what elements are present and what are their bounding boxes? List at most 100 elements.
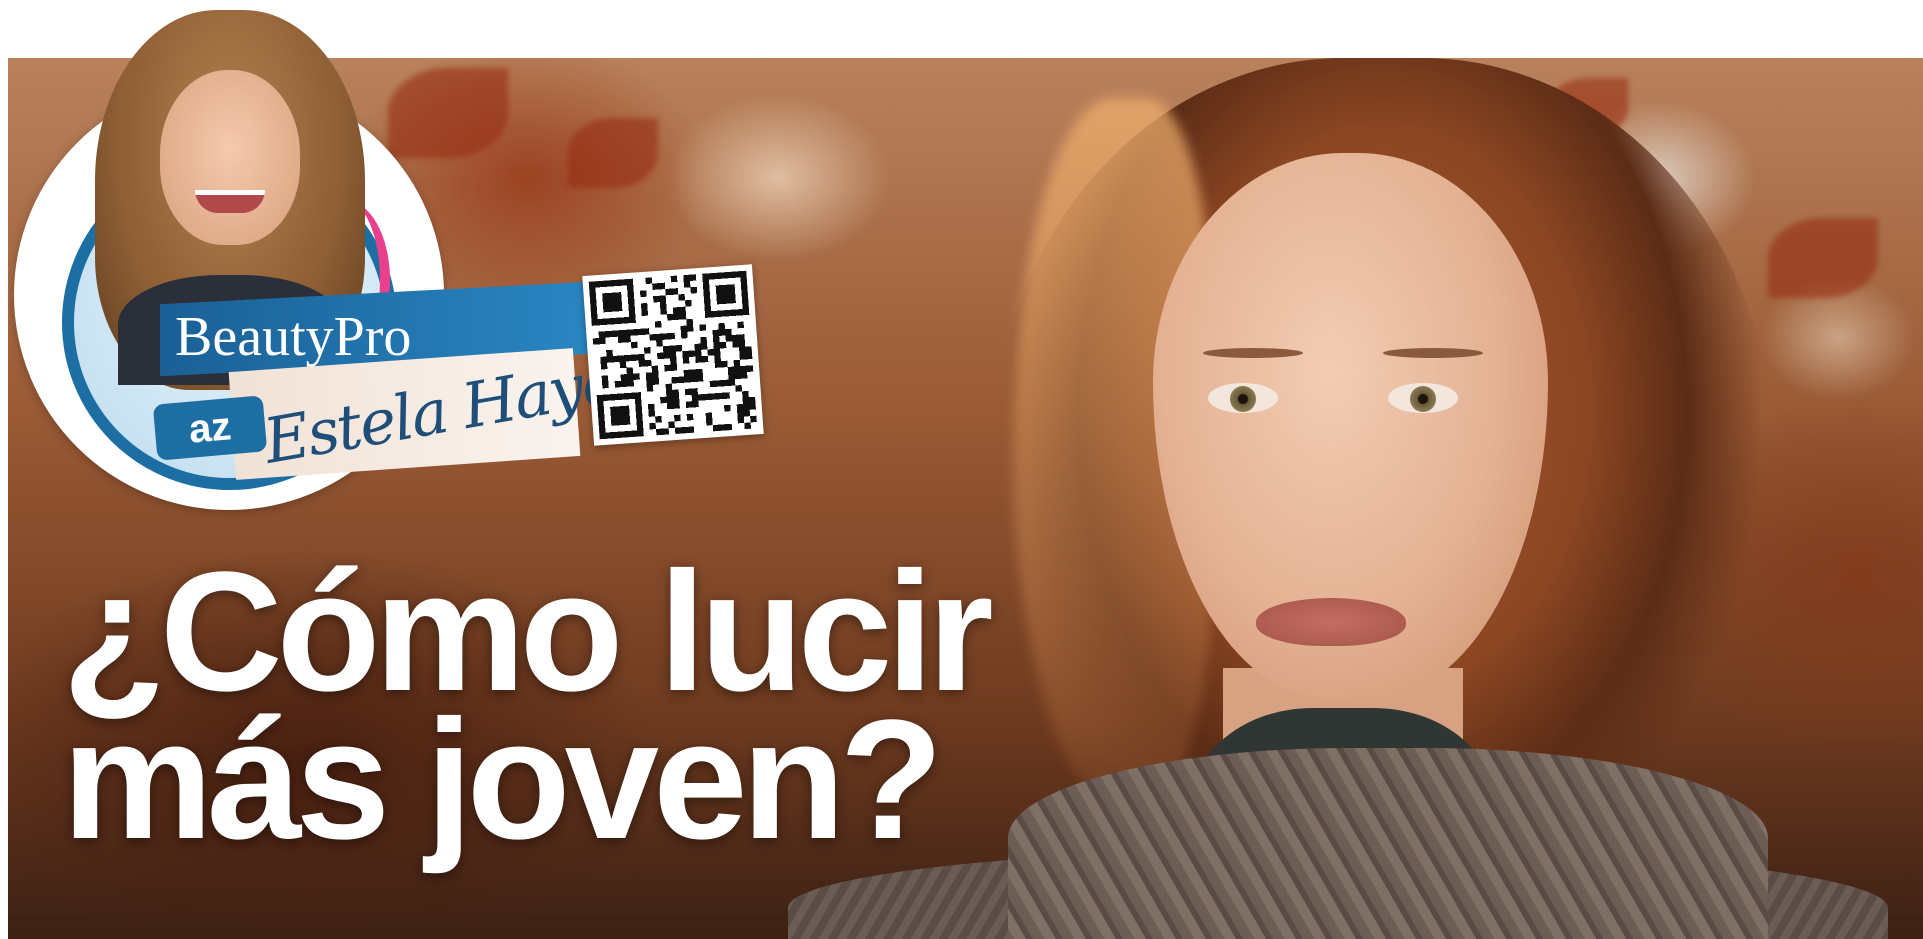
qr-module [738, 340, 746, 348]
qr-module [735, 385, 743, 392]
headline-line-1: ¿Cómo lucir [62, 537, 994, 727]
qr-module [713, 342, 721, 349]
qr-module [600, 362, 608, 370]
right-eye [1388, 383, 1458, 413]
qr-module [673, 402, 680, 409]
qr-module [739, 353, 747, 360]
qr-module [666, 313, 674, 321]
qr-module [670, 275, 678, 283]
qr-module [742, 403, 750, 411]
qr-module [746, 365, 754, 372]
qr-module [714, 354, 721, 362]
qr-module [749, 403, 756, 410]
qr-module [669, 351, 677, 359]
qr-module [670, 364, 678, 371]
qr-module [679, 306, 686, 314]
qr-module [716, 392, 724, 400]
qr-module [624, 335, 631, 343]
qr-module [648, 410, 656, 417]
qr-module [701, 355, 709, 363]
qr-module [655, 333, 663, 341]
qr-module [744, 422, 752, 430]
qr-module [686, 318, 694, 326]
qr-module [731, 334, 739, 342]
qr-module [672, 395, 680, 403]
qr-module [598, 331, 606, 339]
qr-module [672, 389, 680, 397]
qr-module [719, 424, 726, 431]
headline: ¿Cómo lucir más joven? [62, 537, 994, 865]
qr-module [745, 346, 753, 354]
qr-module [733, 359, 741, 367]
qr-code-icon[interactable] [582, 264, 764, 446]
qr-module [658, 282, 666, 290]
qr-module [606, 349, 613, 357]
qr-module [688, 350, 696, 358]
qr-module [691, 388, 698, 395]
qr-module [659, 295, 667, 303]
qr-module [674, 427, 682, 435]
qr-module [690, 375, 698, 383]
qr-module [644, 359, 652, 367]
qr-module [630, 341, 638, 349]
qr-module [619, 361, 627, 369]
qr-module [686, 325, 694, 332]
qr-module [651, 365, 659, 373]
qr-module [725, 423, 733, 431]
qr-finder-pattern [602, 292, 623, 313]
qr-module [704, 393, 711, 401]
qr-module [734, 372, 742, 380]
qr-module [666, 402, 674, 410]
qr-module [687, 426, 695, 434]
qr-module [633, 373, 640, 380]
qr-module [750, 415, 757, 423]
qr-module [623, 329, 631, 337]
qr-module [630, 329, 637, 336]
qr-module [727, 366, 735, 374]
qr-module [710, 393, 718, 400]
qr-module [645, 372, 653, 380]
qr-module [645, 277, 653, 285]
qr-module [640, 290, 647, 298]
qr-module [683, 280, 691, 288]
scarf [1008, 748, 1768, 939]
qr-module [625, 354, 633, 362]
qr-module [742, 390, 749, 398]
qr-module [675, 344, 683, 352]
qr-module [714, 361, 722, 368]
qr-module [722, 379, 730, 387]
qr-module [709, 380, 717, 388]
qr-module [674, 414, 681, 422]
qr-module [694, 349, 702, 357]
qr-module [646, 378, 653, 386]
qr-module [662, 333, 669, 340]
qr-module [740, 365, 748, 373]
qr-module [705, 412, 713, 420]
qr-module [677, 376, 685, 384]
qr-module [694, 343, 702, 351]
qr-module [652, 371, 659, 379]
qr-module [719, 341, 727, 349]
qr-module [665, 383, 673, 391]
qr-module [707, 348, 715, 356]
qr-module [643, 347, 651, 354]
qr-module [666, 396, 674, 403]
qr-module [614, 380, 622, 388]
qr-finder-pattern [715, 284, 736, 305]
qr-module [678, 294, 686, 301]
qr-module [652, 378, 660, 385]
qr-module [738, 346, 746, 354]
qr-module [715, 380, 723, 387]
qr-module [668, 421, 675, 429]
qr-module [627, 379, 635, 387]
qr-module [737, 416, 745, 424]
qr-module [660, 396, 667, 404]
qr-module [592, 338, 600, 345]
qr-module [718, 329, 726, 336]
qr-module [601, 375, 609, 383]
qr-module [680, 331, 688, 339]
qr-module [672, 307, 680, 314]
qr-module [649, 334, 657, 341]
qr-module [743, 409, 751, 417]
autumn-leaf [388, 68, 508, 158]
